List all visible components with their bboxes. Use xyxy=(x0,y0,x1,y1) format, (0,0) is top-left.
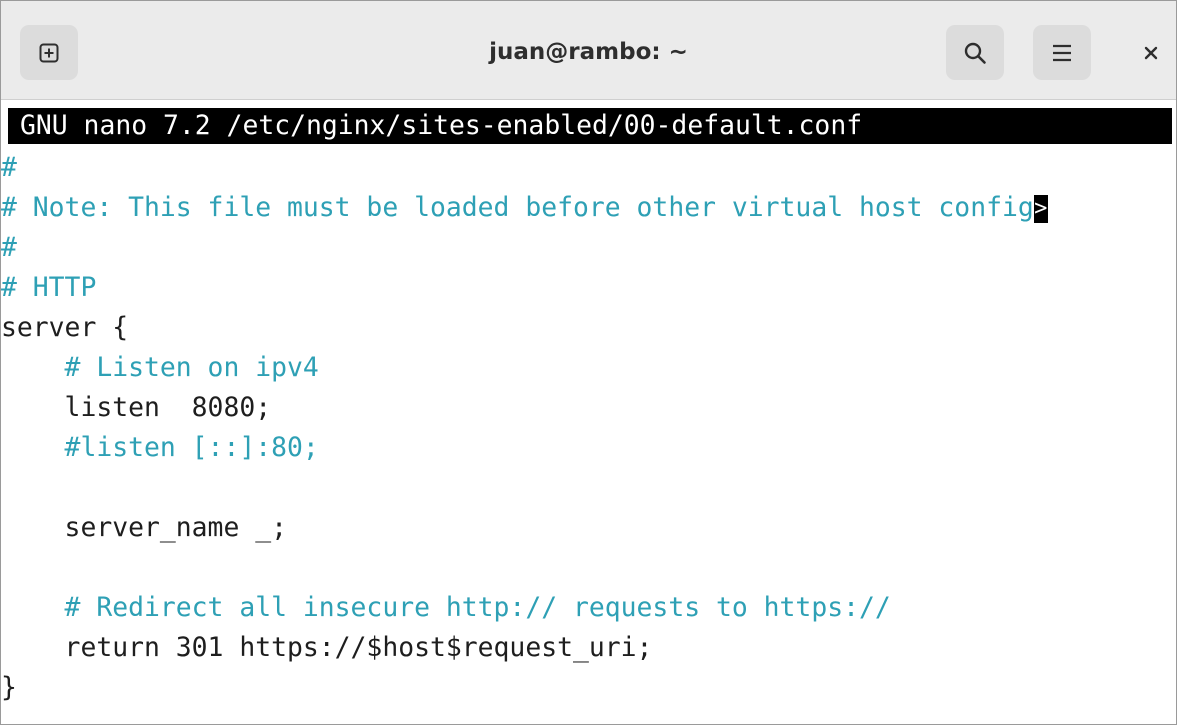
hamburger-menu-icon xyxy=(1053,44,1071,61)
menu-button[interactable] xyxy=(1033,25,1091,80)
nano-header: GNU nano 7.2 /etc/nginx/sites-enabled/00… xyxy=(8,108,1172,144)
close-icon xyxy=(1144,46,1158,60)
editor-line[interactable]: server_name _; xyxy=(1,508,287,548)
editor-line[interactable]: # Listen on ipv4 xyxy=(1,348,319,388)
editor-line[interactable]: # HTTP xyxy=(1,268,96,308)
search-icon xyxy=(964,42,986,64)
editor-line[interactable]: return 301 https://$host$request_uri; xyxy=(1,628,653,668)
search-button[interactable] xyxy=(946,25,1004,80)
editor-line[interactable]: listen 8080; xyxy=(1,388,272,428)
editor-line[interactable]: #listen [::]:80; xyxy=(1,428,319,468)
line-overflow-marker: > xyxy=(1033,194,1048,223)
editor-line[interactable]: } xyxy=(1,668,17,708)
editor-line[interactable]: # xyxy=(1,228,17,268)
terminal-window: juan@rambo: ~ GNU nano 7.2 /etc/nginx/si… xyxy=(0,0,1177,725)
line-text: # Note: This file must be loaded before … xyxy=(1,192,1034,223)
terminal-content[interactable]: GNU nano 7.2 /etc/nginx/sites-enabled/00… xyxy=(1,100,1176,724)
editor-line[interactable]: # Note: This file must be loaded before … xyxy=(1,188,1048,228)
editor-line[interactable]: server { xyxy=(1,308,128,348)
close-button[interactable] xyxy=(1133,35,1169,71)
editor-line[interactable]: # Redirect all insecure http:// requests… xyxy=(1,588,891,628)
title-bar: juan@rambo: ~ xyxy=(1,1,1176,100)
editor-line[interactable]: # xyxy=(1,148,17,188)
